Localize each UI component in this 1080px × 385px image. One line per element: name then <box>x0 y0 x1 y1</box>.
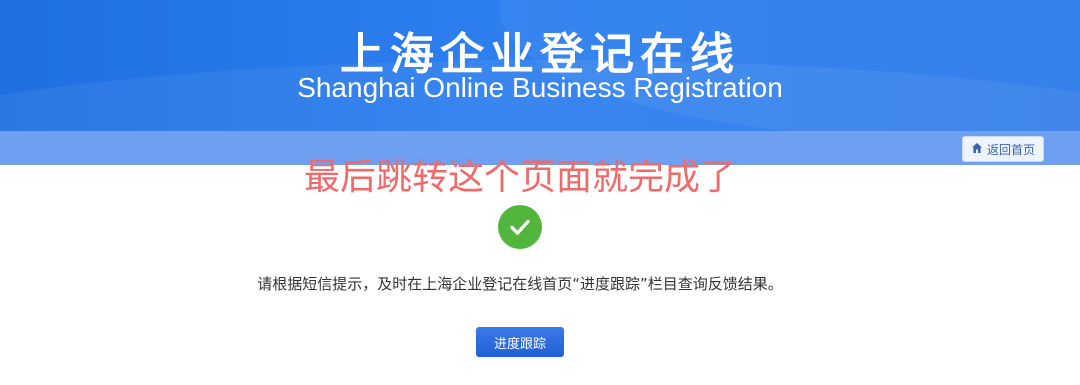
check-circle-icon <box>498 205 542 249</box>
header-banner: 上海企业登记在线 Shanghai Online Business Regist… <box>0 0 1080 131</box>
annotation-text: 最后跳转这个页面就完成了 <box>303 157 736 198</box>
result-message: 请根据短信提示，及时在上海企业登记在线首页“进度跟踪”栏目查询反馈结果。 <box>257 275 783 293</box>
progress-tracking-button[interactable]: 进度跟踪 <box>476 327 564 357</box>
site-title-english: Shanghai Online Business Registration <box>297 72 783 103</box>
